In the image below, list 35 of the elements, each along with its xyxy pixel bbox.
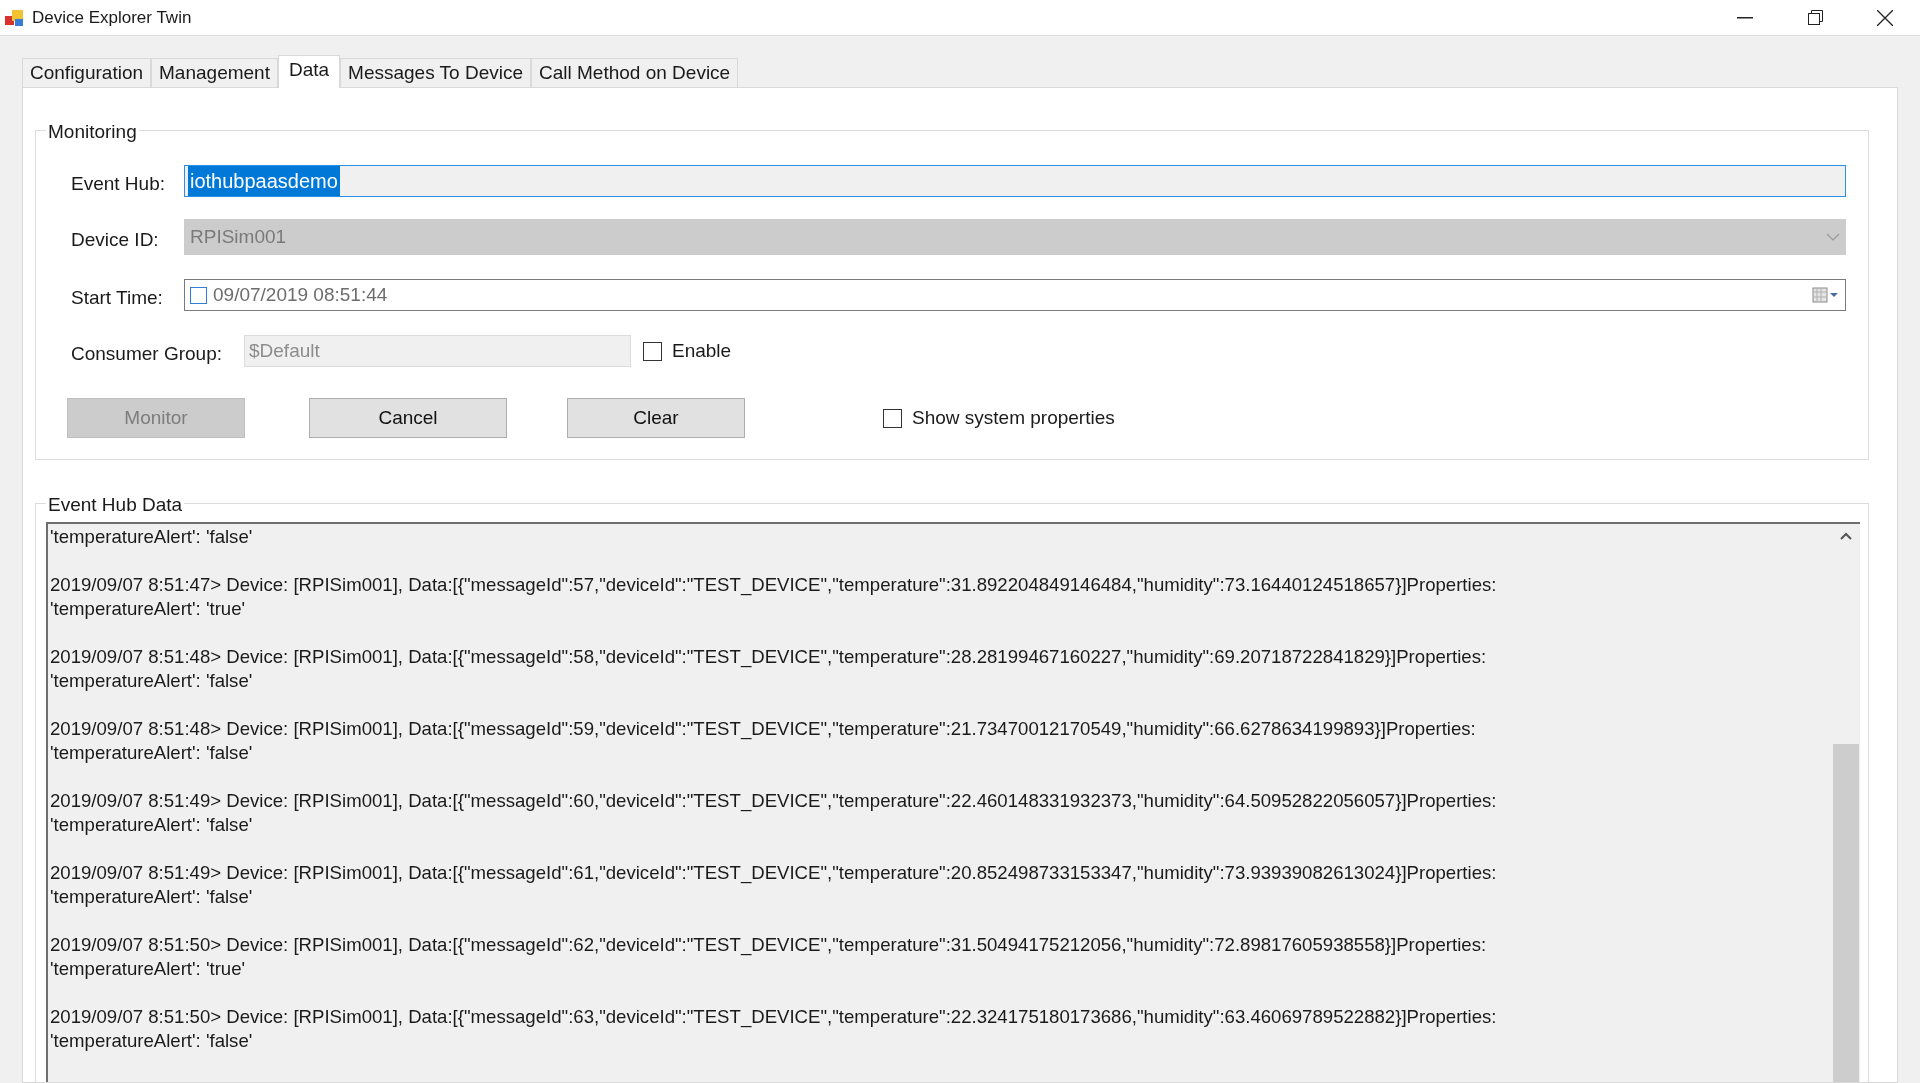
- log-line: 2019/09/07 8:51:48> Device: [RPISim001], Data:[{"messageId":58,"deviceId":"TEST_DEVICE","temperature":28.28199467160227,"humidity":69.20718722841829}]Properties:: [50, 645, 1487, 669]
- field-value: $Default: [249, 338, 320, 363]
- log-line: 'temperatureAlert': 'false': [50, 885, 253, 909]
- tab[interactable]: Messages To Device: [340, 58, 532, 87]
- log-line: 2019/09/07 8:51:50> Device: [RPISim001], Data:[{"messageId":62,"deviceId":"TEST_DEVICE","temperature":31.50494175212056,"humidity":72.89817605938558}]Properties:: [50, 933, 1487, 957]
- tab[interactable]: Data: [277, 55, 341, 88]
- field-value: 09/07/2019 08:51:44: [213, 282, 389, 307]
- log-line: 'temperatureAlert': 'true': [50, 597, 246, 621]
- action-button[interactable]: Cancel: [309, 398, 507, 438]
- log-line: 'temperatureAlert': 'false': [50, 741, 253, 765]
- event-hub-field[interactable]: iothubpaasdemo: [184, 165, 1846, 197]
- field-label: Consumer Group:: [71, 341, 223, 366]
- action-button[interactable]: Clear: [567, 398, 745, 438]
- log-line: 2019/09/07 8:51:47> Device: [RPISim001], Data:[{"messageId":57,"deviceId":"TEST_DEVICE","temperature":31.892204849146484,"humidity":73.16440124518657}]Properties:: [50, 573, 1497, 597]
- field-label: Event Hub:: [71, 171, 166, 196]
- checkbox-label: Show system properties: [912, 405, 1115, 430]
- log-line: 2019/09/07 8:51:49> Device: [RPISim001], Data:[{"messageId":60,"deviceId":"TEST_DEVICE","temperature":22.460148331932373,"humidity":64.50952822056057}]Properties:: [50, 789, 1497, 813]
- log-line: 'temperatureAlert': 'false': [50, 813, 253, 837]
- field-value: iothubpaasdemo: [188, 166, 340, 196]
- field-label: Device ID:: [71, 227, 160, 252]
- field-value: RPISim001: [190, 224, 288, 249]
- log-line: 2019/09/07 8:51:49> Device: [RPISim001], Data:[{"messageId":61,"deviceId":"TEST_DEVICE","temperature":20.852498733153347,"humidity":73.93939082613024}]Properties:: [50, 861, 1497, 885]
- field-label: Start Time:: [71, 285, 164, 310]
- tab[interactable]: Management: [151, 58, 278, 87]
- log-line: 2019/09/07 8:51:48> Device: [RPISim001], Data:[{"messageId":59,"deviceId":"TEST_DEVICE","temperature":21.73470012170549,"humidity":66.6278634199893}]Properties:: [50, 717, 1476, 741]
- window-title: Device Explorer Twin: [32, 6, 192, 29]
- log-line: 'temperatureAlert': 'false': [50, 1029, 253, 1053]
- log-line: 'temperatureAlert': 'true': [50, 957, 246, 981]
- log-line: 'temperatureAlert': 'false': [50, 669, 253, 693]
- tab[interactable]: Configuration: [22, 58, 152, 87]
- checkbox-label: Enable: [672, 338, 732, 363]
- log-line: 'temperatureAlert': 'false': [50, 525, 253, 549]
- tab[interactable]: Call Method on Device: [531, 58, 739, 87]
- date-time-picker[interactable]: 09/07/2019 08:51:44: [184, 279, 1846, 311]
- log-line: 2019/09/07 8:51:50> Device: [RPISim001], Data:[{"messageId":63,"deviceId":"TEST_DEVICE","temperature":22.324175180173686,"humidity":63.46069789522882}]Properties:: [50, 1005, 1497, 1029]
